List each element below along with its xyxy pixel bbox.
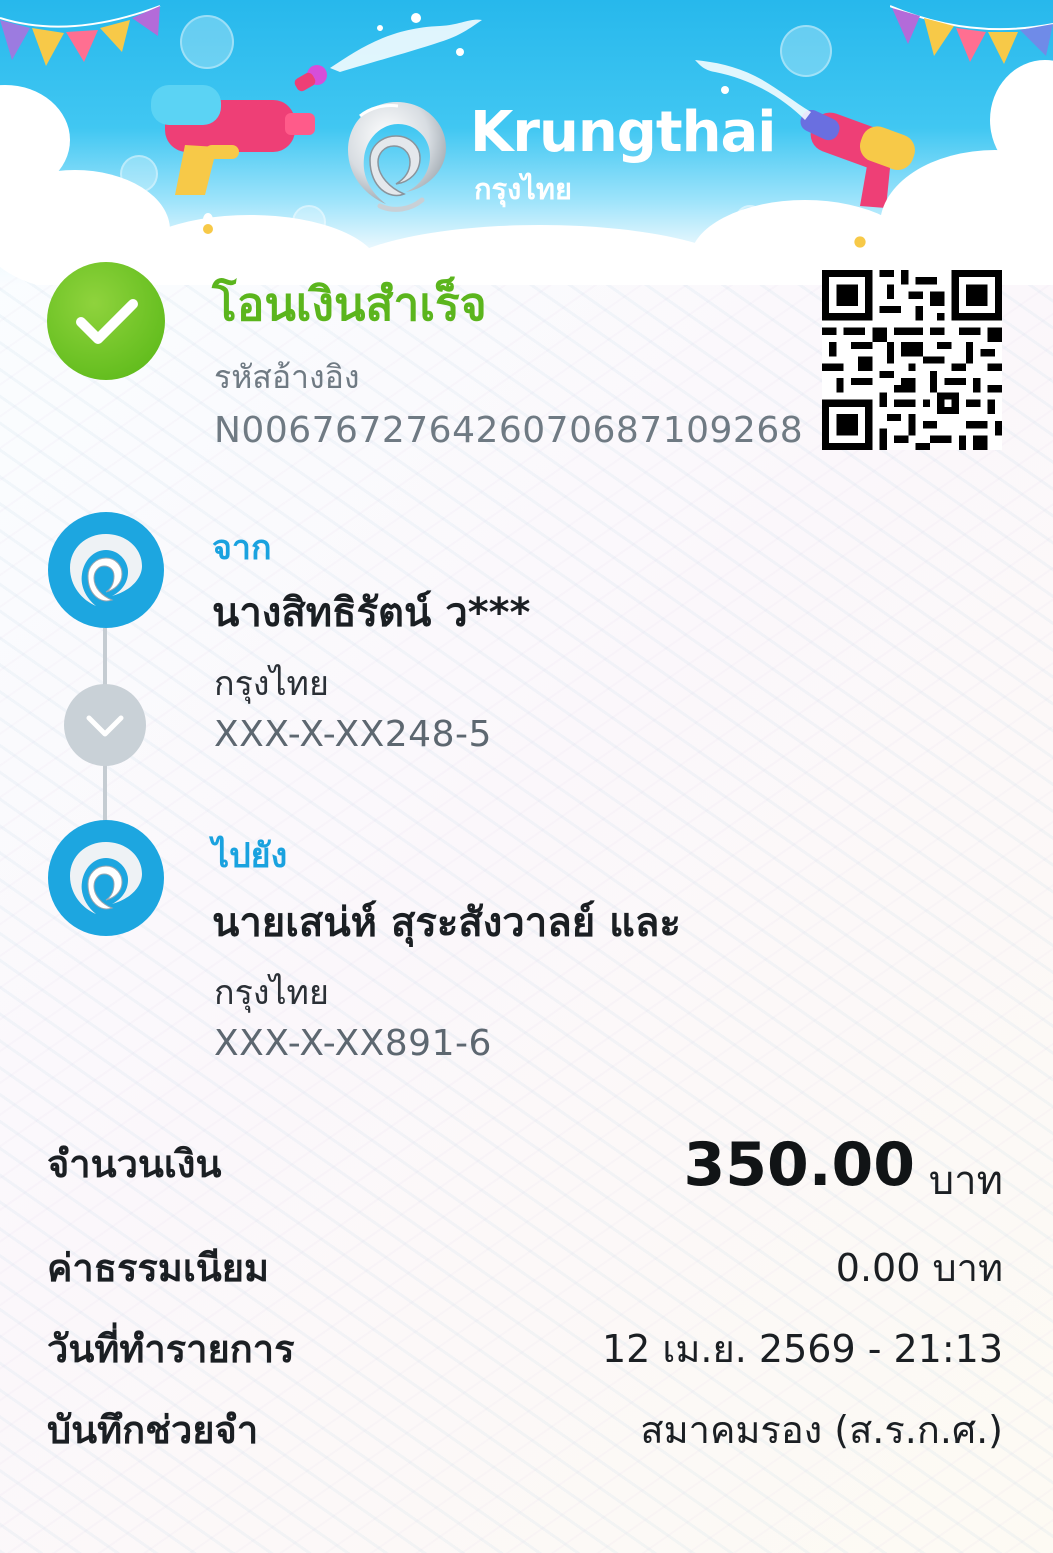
water-gun-left-decoration	[151, 65, 327, 195]
amount-unit: บาท	[928, 1158, 1003, 1204]
reference-label: รหัสอ้างอิง	[214, 358, 360, 396]
flower-decoration	[842, 224, 878, 260]
transaction-date-label: วันที่ทำรายการ	[47, 1327, 295, 1371]
krungthai-bird-icon	[48, 512, 164, 628]
amount-value: 350.00	[683, 1130, 915, 1200]
memo-label: บันทึกช่วยจำ	[47, 1408, 259, 1452]
krungthai-bird-logo	[348, 102, 446, 212]
reference-number: N006767276426070687109268	[214, 410, 804, 451]
sender-name: นางสิทธิรัตน์ ว***	[212, 590, 531, 636]
water-splash-decoration	[330, 13, 482, 72]
recipient-account-number: XXX-X-XX891-6	[214, 1023, 492, 1064]
amount-label: จำนวนเงิน	[47, 1142, 222, 1186]
memo-value: สมาคมรอง (ส.ร.ก.ศ.)	[640, 1408, 1003, 1452]
transfer-success-title: โอนเงินสำเร็จ	[212, 277, 487, 331]
recipient-bank: กรุงไทย	[214, 973, 329, 1013]
from-label: จาก	[212, 528, 272, 568]
qr-code-icon[interactable]	[822, 270, 1002, 450]
sender-account-number: XXX-X-XX248-5	[214, 714, 492, 755]
chevron-down-icon	[64, 684, 146, 766]
festive-header-banner: Krungthai กรุงไทย	[0, 0, 1053, 285]
transfer-timeline-line	[103, 628, 107, 686]
recipient-name: นายเสน่ห์ สุระสังวาลย์ และ	[212, 900, 681, 946]
krungthai-bird-icon	[48, 820, 164, 936]
brand-name-english: Krungthai	[470, 100, 776, 165]
to-label: ไปยัง	[212, 836, 288, 876]
fee-value: 0.00 บาท	[835, 1246, 1003, 1290]
transaction-date-value: 12 เม.ย. 2569 - 21:13	[601, 1327, 1003, 1371]
flower-decoration	[192, 213, 224, 245]
sender-bank: กรุงไทย	[214, 664, 329, 704]
brand-name-thai: กรุงไทย	[474, 172, 572, 206]
check-circle-icon	[47, 262, 165, 380]
transfer-timeline-line	[103, 764, 107, 824]
fee-label: ค่าธรรมเนียม	[47, 1246, 270, 1290]
